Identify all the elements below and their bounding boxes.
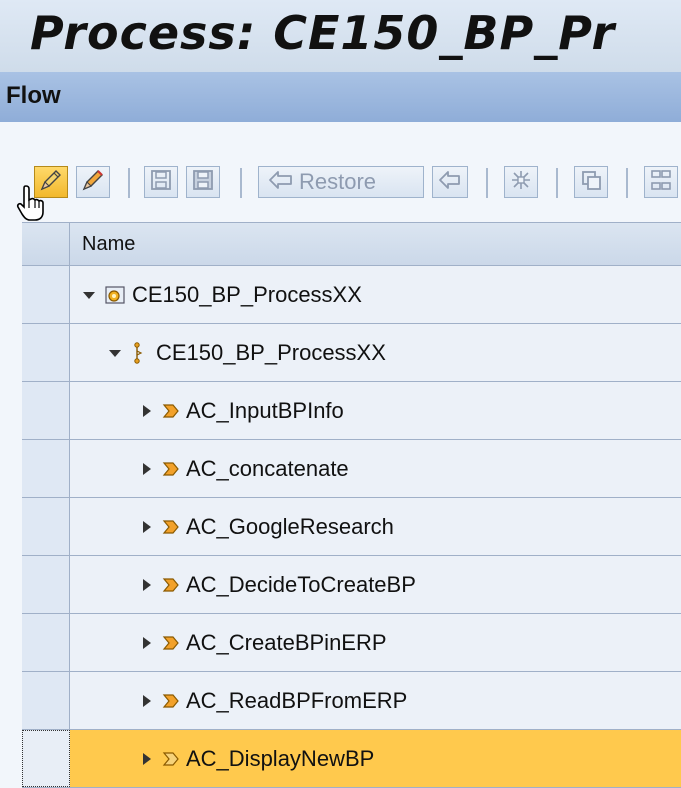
- collapse-triangle-icon[interactable]: [108, 346, 122, 360]
- row-selector[interactable]: [22, 730, 70, 787]
- tree-node[interactable]: AC_DisplayNewBP: [70, 730, 681, 787]
- activity-icon: [162, 634, 180, 652]
- pencil-icon: [80, 167, 106, 198]
- activity-icon: [162, 402, 180, 420]
- tree-node-label: AC_DecideToCreateBP: [186, 571, 416, 597]
- tree-node-label: AC_CreateBPinERP: [186, 629, 387, 655]
- tree-row[interactable]: AC_DecideToCreateBP: [22, 556, 681, 614]
- tree-node-label: CE150_BP_ProcessXX: [156, 339, 386, 365]
- tree-node[interactable]: AC_GoogleResearch: [70, 498, 681, 555]
- toolbar: Restore: [0, 146, 681, 221]
- toolbar-separator: [556, 168, 558, 198]
- row-selector[interactable]: [22, 672, 70, 729]
- row-selector[interactable]: [22, 324, 70, 381]
- save-icon: [149, 168, 173, 197]
- toolbar-separator: [486, 168, 488, 198]
- tree-node-label: CE150_BP_ProcessXX: [132, 281, 362, 307]
- tree-node-label: AC_DisplayNewBP: [186, 745, 375, 771]
- tree-node[interactable]: AC_concatenate: [70, 440, 681, 497]
- row-selector[interactable]: [22, 614, 70, 671]
- expand-triangle-icon[interactable]: [140, 694, 154, 708]
- tree-row[interactable]: AC_ReadBPFromERP: [22, 672, 681, 730]
- tree-node[interactable]: AC_CreateBPinERP: [70, 614, 681, 671]
- tree-row[interactable]: AC_InputBPInfo: [22, 382, 681, 440]
- expand-triangle-icon[interactable]: [140, 404, 154, 418]
- tree-row[interactable]: CE150_BP_ProcessXX: [22, 266, 681, 324]
- tree-node[interactable]: CE150_BP_ProcessXX: [70, 324, 681, 381]
- restore-icon: [437, 169, 463, 196]
- row-selector[interactable]: [22, 266, 70, 323]
- toolbar-separator: [240, 168, 242, 198]
- process-icon: [104, 284, 126, 306]
- expand-icon: [509, 168, 533, 197]
- collapse-triangle-icon[interactable]: [82, 288, 96, 302]
- header-selector-cell: [22, 223, 70, 265]
- toolbar-separator: [626, 168, 628, 198]
- tree-row[interactable]: CE150_BP_ProcessXX: [22, 324, 681, 382]
- expand-triangle-icon[interactable]: [140, 752, 154, 766]
- row-selector[interactable]: [22, 382, 70, 439]
- tree-row[interactable]: AC_GoogleResearch: [22, 498, 681, 556]
- activity-icon: [162, 750, 180, 768]
- flow-icon: [130, 341, 144, 364]
- toolbar-separator: [128, 168, 130, 198]
- expand-button[interactable]: [504, 166, 538, 198]
- edit-alt-button[interactable]: [76, 166, 110, 198]
- restore-button[interactable]: Restore: [258, 166, 424, 198]
- row-selector[interactable]: [22, 498, 70, 555]
- expand-triangle-icon[interactable]: [140, 578, 154, 592]
- tree-node-label: AC_ReadBPFromERP: [186, 687, 408, 713]
- tree-node[interactable]: AC_ReadBPFromERP: [70, 672, 681, 729]
- page-title: Process: CE150_BP_Pr: [30, 6, 616, 60]
- tree-node-label: AC_concatenate: [186, 455, 349, 481]
- expand-triangle-icon[interactable]: [140, 636, 154, 650]
- row-selector[interactable]: [22, 440, 70, 497]
- activity-icon: [162, 576, 180, 594]
- structure-icon: [649, 168, 673, 197]
- restore-icon: [267, 169, 295, 196]
- process-tree: Name CE150_BP_ProcessXX CE150_BP_Process…: [22, 222, 681, 788]
- title-bar: Process: CE150_BP_Pr: [0, 0, 681, 72]
- tree-node-label: AC_InputBPInfo: [186, 397, 344, 423]
- row-selector[interactable]: [22, 556, 70, 613]
- tree-node[interactable]: CE150_BP_ProcessXX: [70, 266, 681, 323]
- tree-node-label: AC_GoogleResearch: [186, 513, 394, 539]
- section-title: Flow: [6, 82, 61, 109]
- expand-triangle-icon[interactable]: [140, 520, 154, 534]
- activity-icon: [162, 692, 180, 710]
- save-as-button[interactable]: [186, 166, 220, 198]
- save-icon: [191, 168, 215, 197]
- restore-label: Restore: [299, 169, 377, 194]
- hand-cursor-icon: [16, 184, 48, 227]
- tree-node[interactable]: AC_DecideToCreateBP: [70, 556, 681, 613]
- restore-alt-button[interactable]: [432, 166, 468, 198]
- structure-button[interactable]: [644, 166, 678, 198]
- section-bar: Flow: [0, 72, 681, 122]
- activity-icon: [162, 460, 180, 478]
- copy-button[interactable]: [574, 166, 608, 198]
- activity-icon: [162, 518, 180, 536]
- expand-triangle-icon[interactable]: [140, 462, 154, 476]
- save-button[interactable]: [144, 166, 178, 198]
- tree-row[interactable]: AC_CreateBPinERP: [22, 614, 681, 672]
- copy-icon: [579, 168, 603, 197]
- tree-row[interactable]: AC_concatenate: [22, 440, 681, 498]
- tree-node[interactable]: AC_InputBPInfo: [70, 382, 681, 439]
- column-header-name[interactable]: Name: [70, 223, 681, 265]
- tree-row-selected[interactable]: AC_DisplayNewBP: [22, 730, 681, 788]
- tree-header: Name: [22, 223, 681, 266]
